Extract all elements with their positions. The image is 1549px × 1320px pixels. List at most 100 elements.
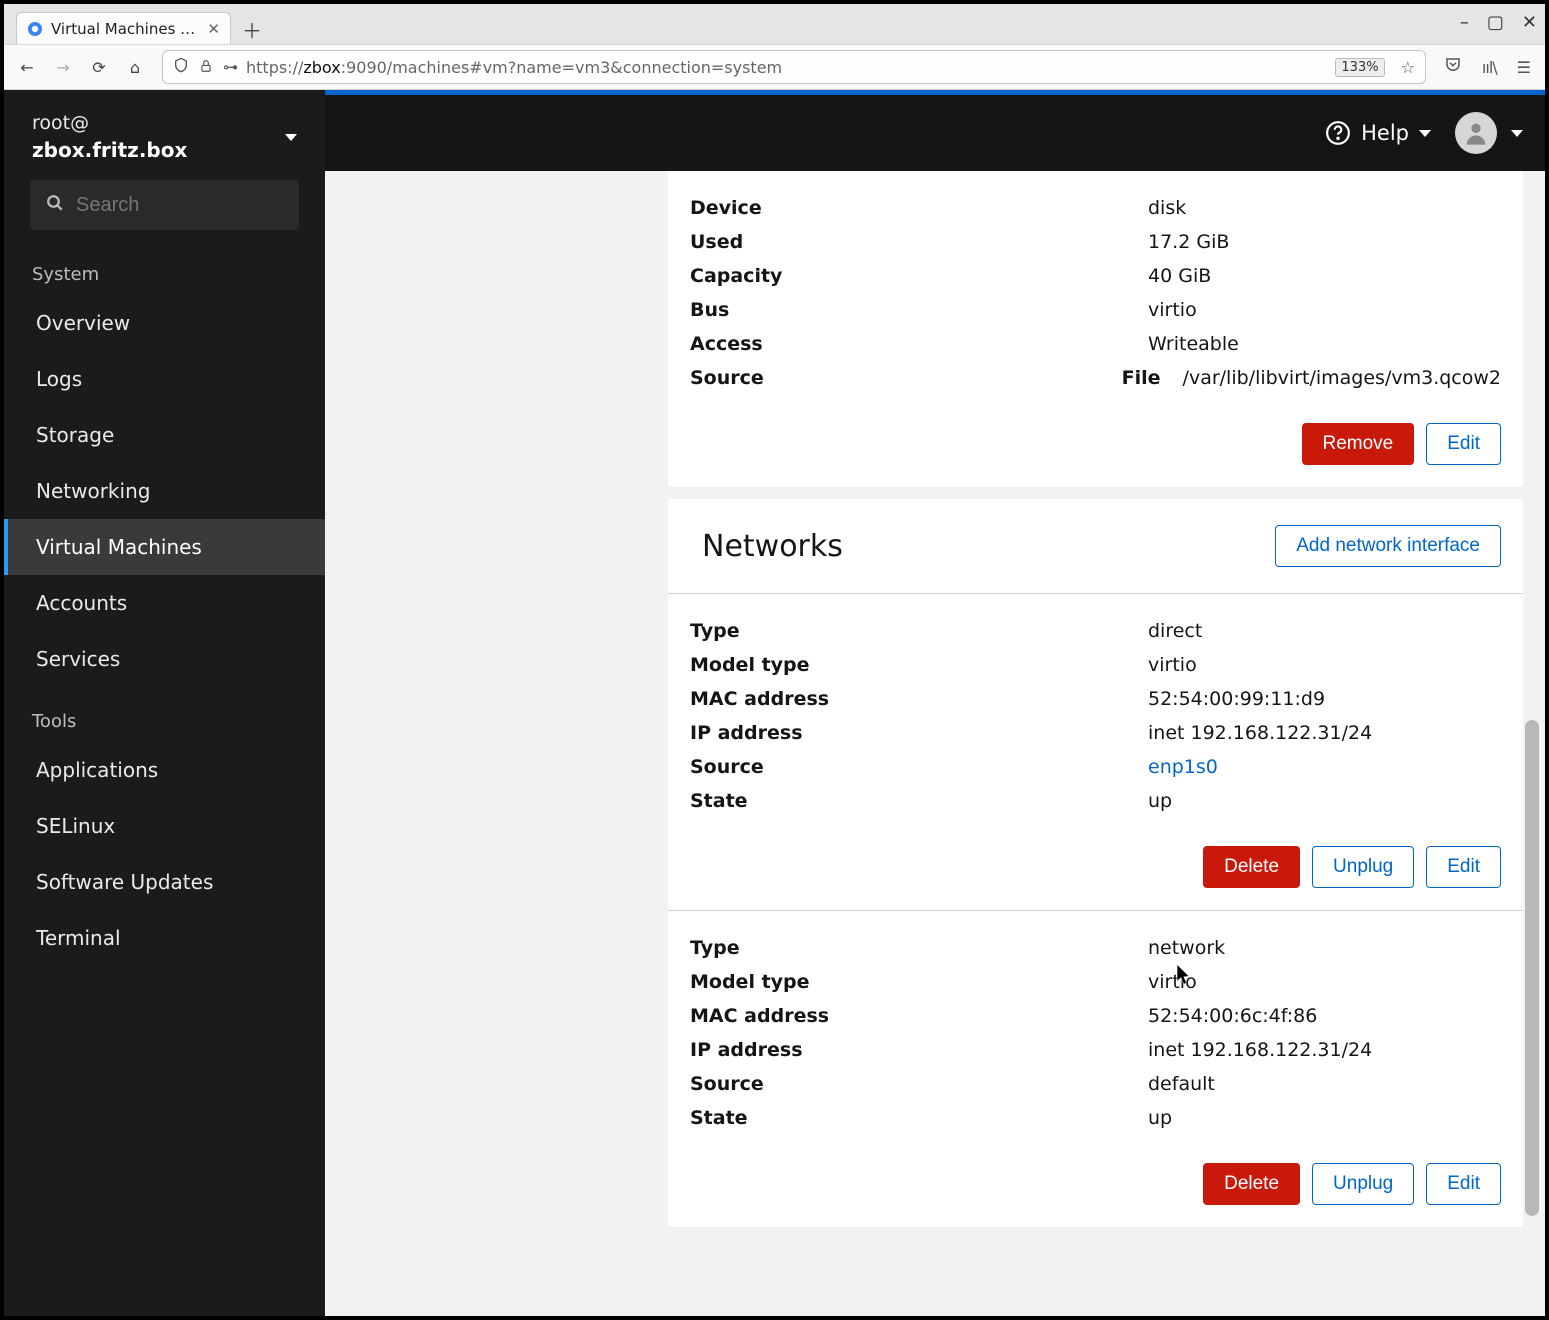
browser-tab[interactable]: Virtual Machines - root@ ✕ [16,12,231,44]
nic-delete-button[interactable]: Delete [1203,1163,1300,1205]
close-window-icon[interactable]: ✕ [1522,12,1537,33]
nic-row-value: default [1148,1073,1215,1095]
url-text: https://zbox:9090/machines#vm?name=vm3&c… [246,58,1325,77]
nic-row-value: virtio [1148,971,1197,993]
disk-row-value: 40 GiB [1148,265,1211,287]
cockpit-app: Help root@ zbox.fritz.box [4,90,1545,1316]
disk-row-key: Used [690,231,1148,253]
host-user: root@ [32,112,187,134]
help-label: Help [1361,121,1409,145]
nic-row: Stateup [690,1101,1501,1135]
new-tab-button[interactable]: ＋ [237,14,267,44]
app-topbar: Help [325,95,1545,171]
maximize-icon[interactable]: ▢ [1487,12,1504,33]
sidebar-item-terminal[interactable]: Terminal [4,910,325,966]
tab-close-icon[interactable]: ✕ [207,20,220,38]
shield-icon[interactable] [173,57,189,77]
disk-row-key: Bus [690,299,1148,321]
reload-icon[interactable]: ⟳ [90,58,108,77]
nic-row-key: MAC address [690,688,1148,710]
nic-edit-button[interactable]: Edit [1426,1163,1501,1205]
nic-row-key: State [690,1107,1148,1129]
nic-row: Stateup [690,784,1501,818]
main-scroll-area[interactable]: DevicediskUsed17.2 GiBCapacity40 GiBBusv… [646,90,1545,1316]
hamburger-menu-icon[interactable]: ☰ [1517,58,1531,77]
nav-section-system: System [4,240,325,295]
disk-row-key: Access [690,333,1148,355]
sidebar-search[interactable] [30,180,299,230]
nic-row-value: enp1s0 [1148,756,1218,778]
nic-row-key: Type [690,937,1148,959]
nic-row: IP addressinet 192.168.122.31/24 [690,1033,1501,1067]
nic-row-value: 52:54:00:6c:4f:86 [1148,1005,1317,1027]
network-interface: TypenetworkModel typevirtioMAC address52… [668,911,1523,1157]
disk-row: Busvirtio [690,293,1501,327]
sidebar-item-applications[interactable]: Applications [4,742,325,798]
browser-window: Virtual Machines - root@ ✕ ＋ – ▢ ✕ ← → ⟳… [0,0,1549,1320]
nic-row-key: IP address [690,722,1148,744]
chevron-down-icon[interactable] [1511,130,1523,137]
nic-edit-button[interactable]: Edit [1426,846,1501,888]
networks-title: Networks [702,529,843,564]
url-bar[interactable]: ⊶ https://zbox:9090/machines#vm?name=vm3… [162,50,1426,84]
search-input[interactable] [76,194,341,217]
library-icon[interactable]: ııl\ [1482,58,1497,77]
nic-delete-button[interactable]: Delete [1203,846,1300,888]
nic-row-key: State [690,790,1148,812]
scrollbar-thumb[interactable] [1525,720,1539,1215]
disk-row-value: 17.2 GiB [1148,231,1229,253]
host-switcher[interactable]: root@ zbox.fritz.box [4,100,325,180]
nic-row: Typedirect [690,614,1501,648]
disk-remove-button[interactable]: Remove [1302,423,1415,465]
sidebar-item-accounts[interactable]: Accounts [4,575,325,631]
sidebar-item-storage[interactable]: Storage [4,407,325,463]
sidebar-item-software-updates[interactable]: Software Updates [4,854,325,910]
nic-unplug-button[interactable]: Unplug [1312,846,1414,888]
nic-unplug-button[interactable]: Unplug [1312,1163,1414,1205]
networks-card: Networks Add network interface Typedirec… [668,499,1523,1227]
disk-source-type: File [1122,367,1161,389]
disk-row: Devicedisk [690,191,1501,225]
back-icon[interactable]: ← [18,58,36,77]
key-icon[interactable]: ⊶ [223,58,236,76]
sidebar-item-logs[interactable]: Logs [4,351,325,407]
nic-row-key: MAC address [690,1005,1148,1027]
tab-bar: Virtual Machines - root@ ✕ ＋ – ▢ ✕ [4,4,1545,44]
nic-row-key: Source [690,1073,1148,1095]
nic-row: MAC address52:54:00:6c:4f:86 [690,999,1501,1033]
nic-row: Sourcedefault [690,1067,1501,1101]
sidebar-item-networking[interactable]: Networking [4,463,325,519]
bookmark-star-icon[interactable]: ☆ [1401,58,1415,77]
disk-edit-button[interactable]: Edit [1426,423,1501,465]
scrollbar[interactable] [1525,180,1539,1306]
nic-source-link[interactable]: enp1s0 [1148,756,1218,778]
disk-row: Capacity40 GiB [690,259,1501,293]
help-menu[interactable]: Help [1325,120,1431,146]
pocket-icon[interactable] [1444,56,1462,78]
chevron-down-icon [285,134,297,141]
sidebar-item-selinux[interactable]: SELinux [4,798,325,854]
minimize-icon[interactable]: – [1460,12,1469,33]
disk-row-key: Capacity [690,265,1148,287]
nic-row: Model typevirtio [690,965,1501,999]
disk-row-value: Writeable [1148,333,1239,355]
add-network-interface-button[interactable]: Add network interface [1275,525,1501,567]
sidebar-item-overview[interactable]: Overview [4,295,325,351]
user-avatar[interactable] [1455,112,1497,154]
nic-row-value: virtio [1148,654,1197,676]
home-icon[interactable]: ⌂ [126,58,144,77]
sidebar: root@ zbox.fritz.box System OverviewLogs… [4,90,325,1316]
lock-icon[interactable] [199,58,213,77]
help-icon [1325,120,1351,146]
nic-row-value: network [1148,937,1225,959]
disk-row-value: virtio [1148,299,1197,321]
nic-row-value: up [1148,1107,1172,1129]
sidebar-item-services[interactable]: Services [4,631,325,687]
nic-row-key: Model type [690,971,1148,993]
zoom-badge[interactable]: 133% [1335,58,1384,77]
sidebar-item-virtual-machines[interactable]: Virtual Machines [4,519,325,575]
host-name: zbox.fritz.box [32,138,187,162]
nic-row-key: Type [690,620,1148,642]
disk-row-key: Source [690,367,1122,389]
nic-row-value: inet 192.168.122.31/24 [1148,1039,1372,1061]
